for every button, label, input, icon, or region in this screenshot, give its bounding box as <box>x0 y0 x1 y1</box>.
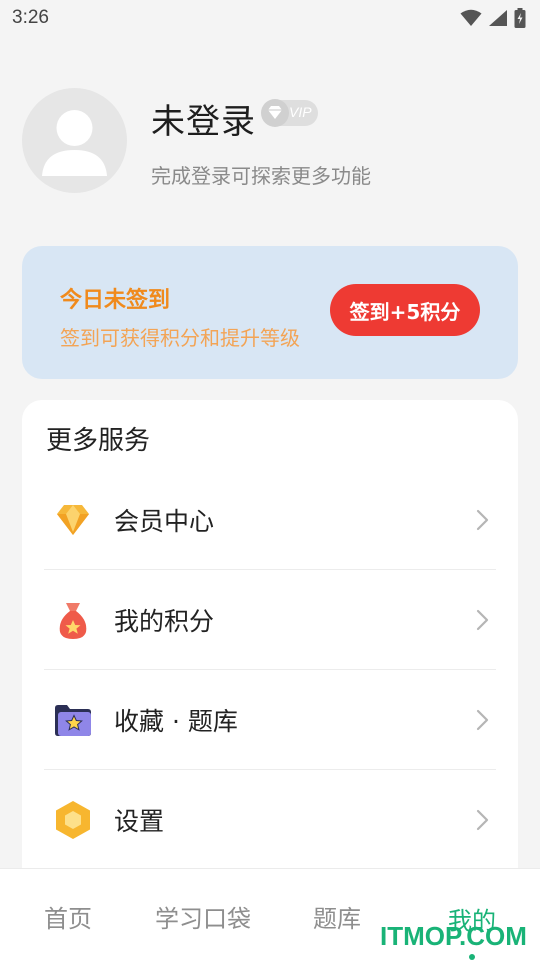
chevron-right-icon <box>476 509 489 531</box>
services-card: 更多服务 会员中心 我的积分 收藏 · 题库 设置 <box>22 400 518 920</box>
money-bag-icon <box>52 599 94 641</box>
tab-home[interactable]: 首页 <box>44 899 92 934</box>
login-status-title[interactable]: 未登录 <box>151 94 256 143</box>
tab-question-bank[interactable]: 题库 <box>313 899 361 934</box>
status-icons <box>460 8 526 28</box>
status-bar: 3:26 <box>0 0 540 36</box>
services-title: 更多服务 <box>46 426 151 456</box>
service-item-favorites[interactable]: 收藏 · 题库 <box>44 670 496 770</box>
vip-diamond-icon <box>261 99 289 127</box>
service-item-label: 设置 <box>114 807 165 836</box>
status-time: 3:26 <box>12 7 49 28</box>
service-item-member-center[interactable]: 会员中心 <box>44 470 496 570</box>
watermark: ITMOP.COM <box>380 921 527 951</box>
star-folder-icon <box>52 699 94 741</box>
active-tab-indicator <box>469 954 475 960</box>
checkin-button[interactable]: 签到+5积分 <box>330 284 480 336</box>
hexagon-settings-icon <box>52 799 94 841</box>
service-item-settings[interactable]: 设置 <box>44 770 496 870</box>
chevron-right-icon <box>476 809 489 831</box>
checkin-card: 今日未签到 签到可获得积分和提升等级 签到+5积分 <box>22 246 518 379</box>
service-item-my-points[interactable]: 我的积分 <box>44 570 496 670</box>
service-item-label: 会员中心 <box>114 507 215 536</box>
checkin-status-title: 今日未签到 <box>60 288 171 313</box>
login-hint: 完成登录可探索更多功能 <box>151 164 371 188</box>
profile-header[interactable]: 未登录 VIP 完成登录可探索更多功能 <box>22 88 522 194</box>
vip-badge: VIP <box>261 99 318 127</box>
avatar[interactable] <box>22 88 127 193</box>
service-item-label: 收藏 · 题库 <box>114 707 238 736</box>
wifi-icon <box>460 9 482 26</box>
vip-label: VIP <box>289 104 312 120</box>
signal-icon <box>489 10 507 26</box>
service-item-label: 我的积分 <box>114 607 215 636</box>
default-user-icon <box>42 110 107 176</box>
checkin-hint: 签到可获得积分和提升等级 <box>60 326 300 350</box>
diamond-icon <box>52 499 94 541</box>
chevron-right-icon <box>476 609 489 631</box>
tab-study-pocket[interactable]: 学习口袋 <box>155 899 251 934</box>
battery-charging-icon <box>514 8 526 28</box>
chevron-right-icon <box>476 709 489 731</box>
